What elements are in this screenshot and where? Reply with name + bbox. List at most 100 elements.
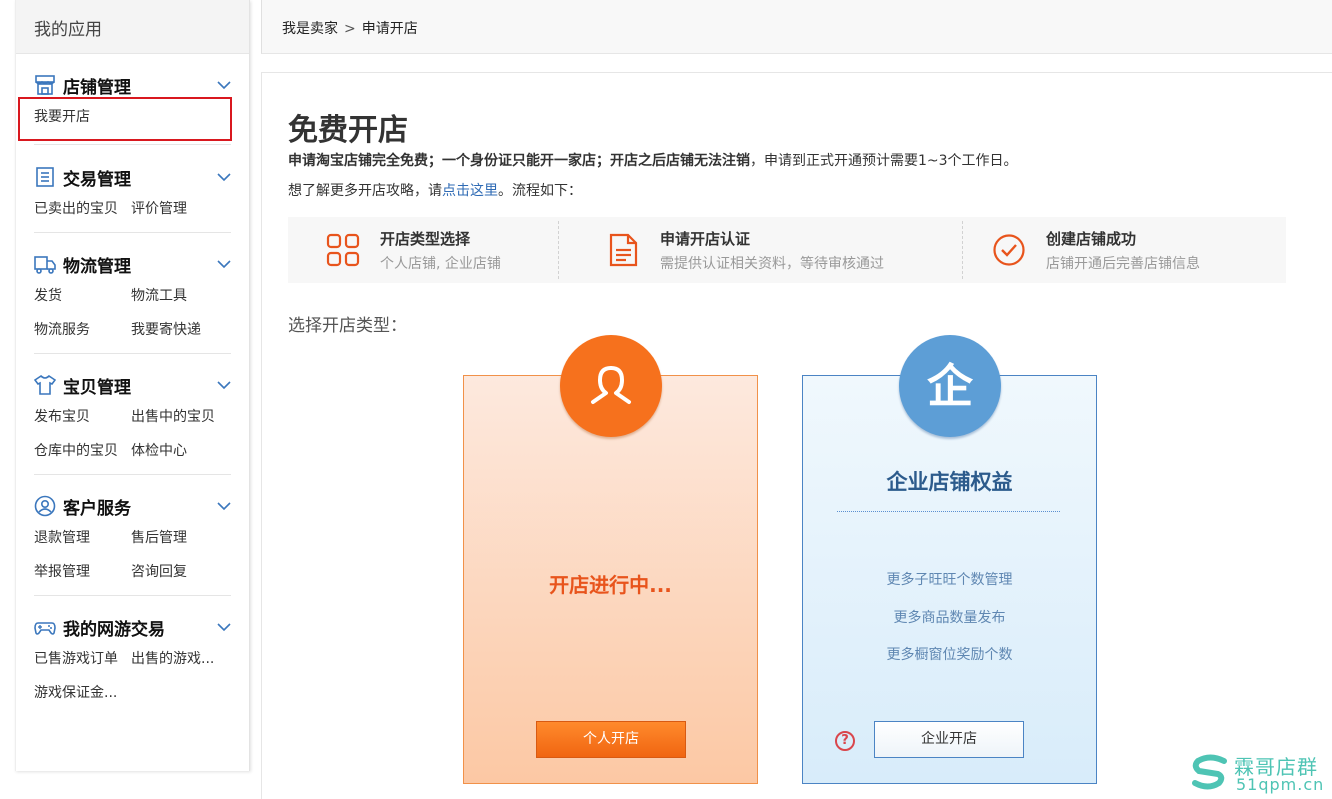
step-title: 申请开店认证 (660, 229, 751, 248)
breadcrumb-separator: > (344, 21, 356, 37)
store-icon (35, 75, 55, 95)
sidebar-group-header[interactable]: 宝贝管理 (34, 370, 231, 400)
guide-suffix: 。流程如下： (498, 183, 582, 199)
sidebar-link-after-sales[interactable]: 售后管理 (131, 521, 231, 555)
sidebar-group-header[interactable]: 物流管理 (34, 249, 231, 279)
breadcrumb-root[interactable]: 我是卖家 (282, 21, 338, 37)
personal-shop-card: 开店进行中... 个人开店 (463, 335, 758, 784)
sidebar-link-games-for-sale[interactable]: 出售的游戏... (131, 642, 231, 676)
sidebar-group-header[interactable]: 客户服务 (34, 491, 231, 521)
sidebar-link-sold-items[interactable]: 已卖出的宝贝 (34, 192, 131, 226)
sidebar-link-game-deposit[interactable]: 游戏保证金... (34, 676, 131, 710)
sidebar-links: 已售游戏订单 出售的游戏... 游戏保证金... (34, 642, 231, 710)
sidebar-link-refunds[interactable]: 退款管理 (34, 521, 131, 555)
watermark-en: 51qpm.cn (1236, 775, 1325, 794)
watermark: 霖哥店群 51qpm.cn (1188, 750, 1328, 796)
sidebar-links: 发货 物流工具 物流服务 我要寄快递 (34, 279, 231, 347)
enterprise-open-button[interactable]: 企业开店 (874, 721, 1024, 758)
sidebar-link-ship[interactable]: 发货 (34, 279, 131, 313)
sidebar-link-reports[interactable]: 举报管理 (34, 555, 131, 589)
truck-icon (34, 256, 56, 274)
tshirt-icon (34, 374, 56, 395)
personal-open-button[interactable]: 个人开店 (536, 721, 686, 758)
benefit-item: 更多子旺旺个数管理 (886, 572, 1013, 588)
sidebar-group-header[interactable]: 我的网游交易 (34, 612, 231, 642)
sidebar-link-logistics-tools[interactable]: 物流工具 (131, 279, 231, 313)
main-panel: 免费开店 申请淘宝店铺完全免费；一个身份证只能开一家店；开店之后店铺无法注销，申… (261, 72, 1332, 799)
personal-badge (560, 335, 662, 437)
divider (837, 511, 1060, 512)
process-step: 申请开店认证 需提供认证相关资料，等待审核通过 (558, 217, 962, 283)
step-desc: 个人店铺, 企业店铺 (380, 255, 501, 272)
page-title: 免费开店 (288, 113, 408, 148)
sidebar-group-items: 宝贝管理 发布宝贝 出售中的宝贝 仓库中的宝贝 体检中心 (34, 354, 231, 475)
step-title: 创建店铺成功 (1046, 229, 1137, 248)
chevron-down-icon[interactable] (217, 172, 231, 182)
benefit-item: 更多商品数量发布 (893, 610, 1006, 626)
breadcrumb-current: 申请开店 (361, 21, 418, 37)
process-steps: 开店类型选择 个人店铺, 企业店铺 申请开店认证 需提供认证相关资料，等待审核通… (288, 217, 1286, 283)
grid-icon (326, 233, 360, 267)
step-title: 开店类型选择 (380, 229, 471, 248)
sidebar-group-title: 宝贝管理 (63, 377, 131, 398)
chevron-down-icon[interactable] (217, 501, 231, 511)
document-icon (609, 233, 638, 267)
sidebar-link-logistics-service[interactable]: 物流服务 (34, 313, 131, 347)
gamepad-icon (34, 622, 56, 635)
guide-text: 想了解更多开店攻略，请点击这里。流程如下： (288, 180, 582, 200)
sidebar-group-header[interactable]: 店铺管理 (34, 70, 231, 100)
sidebar-group-title: 物流管理 (63, 256, 131, 277)
sidebar-group-customer: 客户服务 退款管理 售后管理 举报管理 咨询回复 (34, 475, 231, 596)
enterprise-qi-icon: 企 (927, 359, 973, 413)
step-text: 开店类型选择 个人店铺, 企业店铺 (380, 228, 501, 273)
watermark-logo-icon (1192, 754, 1227, 790)
user-circle-icon (34, 495, 56, 517)
intro-text: 申请淘宝店铺完全免费；一个身份证只能开一家店；开店之后店铺无法注销，申请到正式开… (288, 150, 1018, 170)
step-text: 申请开店认证 需提供认证相关资料，等待审核通过 (660, 228, 884, 273)
person-icon (591, 366, 631, 404)
sidebar-group-games: 我的网游交易 已售游戏订单 出售的游戏... 游戏保证金... (34, 596, 231, 710)
sidebar-link-health-check[interactable]: 体检中心 (131, 434, 231, 468)
intro-text-rest: ，申请到正式开通预计需要1~3个工作日。 (750, 153, 1018, 169)
help-icon[interactable]: ? (835, 731, 855, 751)
sidebar-link-send-express[interactable]: 我要寄快递 (131, 313, 231, 347)
guide-prefix: 想了解更多开店攻略，请 (288, 183, 442, 199)
step-desc: 需提供认证相关资料，等待审核通过 (660, 255, 884, 272)
chevron-down-icon[interactable] (217, 380, 231, 390)
receipt-icon (36, 167, 54, 187)
chevron-down-icon[interactable] (217, 622, 231, 632)
sidebar-group-title: 店铺管理 (63, 77, 131, 98)
enterprise-badge: 企 (899, 335, 1001, 437)
guide-link[interactable]: 点击这里 (442, 183, 498, 199)
choose-type-label: 选择开店类型： (288, 316, 407, 336)
sidebar-link-reviews[interactable]: 评价管理 (131, 192, 231, 226)
enterprise-shop-card: 企 企业店铺权益 更多子旺旺个数管理 更多商品数量发布 更多橱窗位奖励个数 ? … (802, 335, 1097, 784)
check-circle-icon (993, 234, 1025, 266)
sidebar-group-title: 客户服务 (63, 498, 131, 519)
sidebar-link-inquiries[interactable]: 咨询回复 (131, 555, 231, 589)
sidebar-links: 发布宝贝 出售中的宝贝 仓库中的宝贝 体检中心 (34, 400, 231, 468)
intro-text-bold: 申请淘宝店铺完全免费；一个身份证只能开一家店；开店之后店铺无法注销 (288, 153, 750, 169)
sidebar-link-publish-item[interactable]: 发布宝贝 (34, 400, 131, 434)
sidebar-group-logistics: 物流管理 发货 物流工具 物流服务 我要寄快递 (34, 233, 231, 354)
chevron-down-icon[interactable] (217, 259, 231, 269)
breadcrumb: 我是卖家 > 申请开店 (261, 0, 1332, 54)
sidebar-link-items-on-sale[interactable]: 出售中的宝贝 (131, 400, 231, 434)
step-desc: 店铺开通后完善店铺信息 (1046, 255, 1200, 272)
chevron-down-icon[interactable] (217, 80, 231, 90)
sidebar-group-title: 我的网游交易 (63, 619, 165, 640)
sidebar-links: 退款管理 售后管理 举报管理 咨询回复 (34, 521, 231, 589)
highlight-annotation-box (18, 97, 232, 141)
process-step: 创建店铺成功 店铺开通后完善店铺信息 (962, 217, 1286, 283)
opening-status: 开店进行中... (549, 573, 672, 597)
sidebar-group-trade: 交易管理 已卖出的宝贝 评价管理 (34, 145, 231, 233)
enterprise-benefits-title: 企业店铺权益 (886, 470, 1013, 494)
process-step: 开店类型选择 个人店铺, 企业店铺 (288, 217, 558, 283)
step-text: 创建店铺成功 店铺开通后完善店铺信息 (1046, 228, 1200, 273)
sidebar-link-game-orders[interactable]: 已售游戏订单 (34, 642, 131, 676)
sidebar-links: 已卖出的宝贝 评价管理 (34, 192, 231, 226)
benefit-item: 更多橱窗位奖励个数 (886, 647, 1013, 663)
sidebar-group-title: 交易管理 (63, 169, 131, 190)
sidebar-link-items-in-stock[interactable]: 仓库中的宝贝 (34, 434, 131, 468)
sidebar-group-header[interactable]: 交易管理 (34, 162, 231, 192)
